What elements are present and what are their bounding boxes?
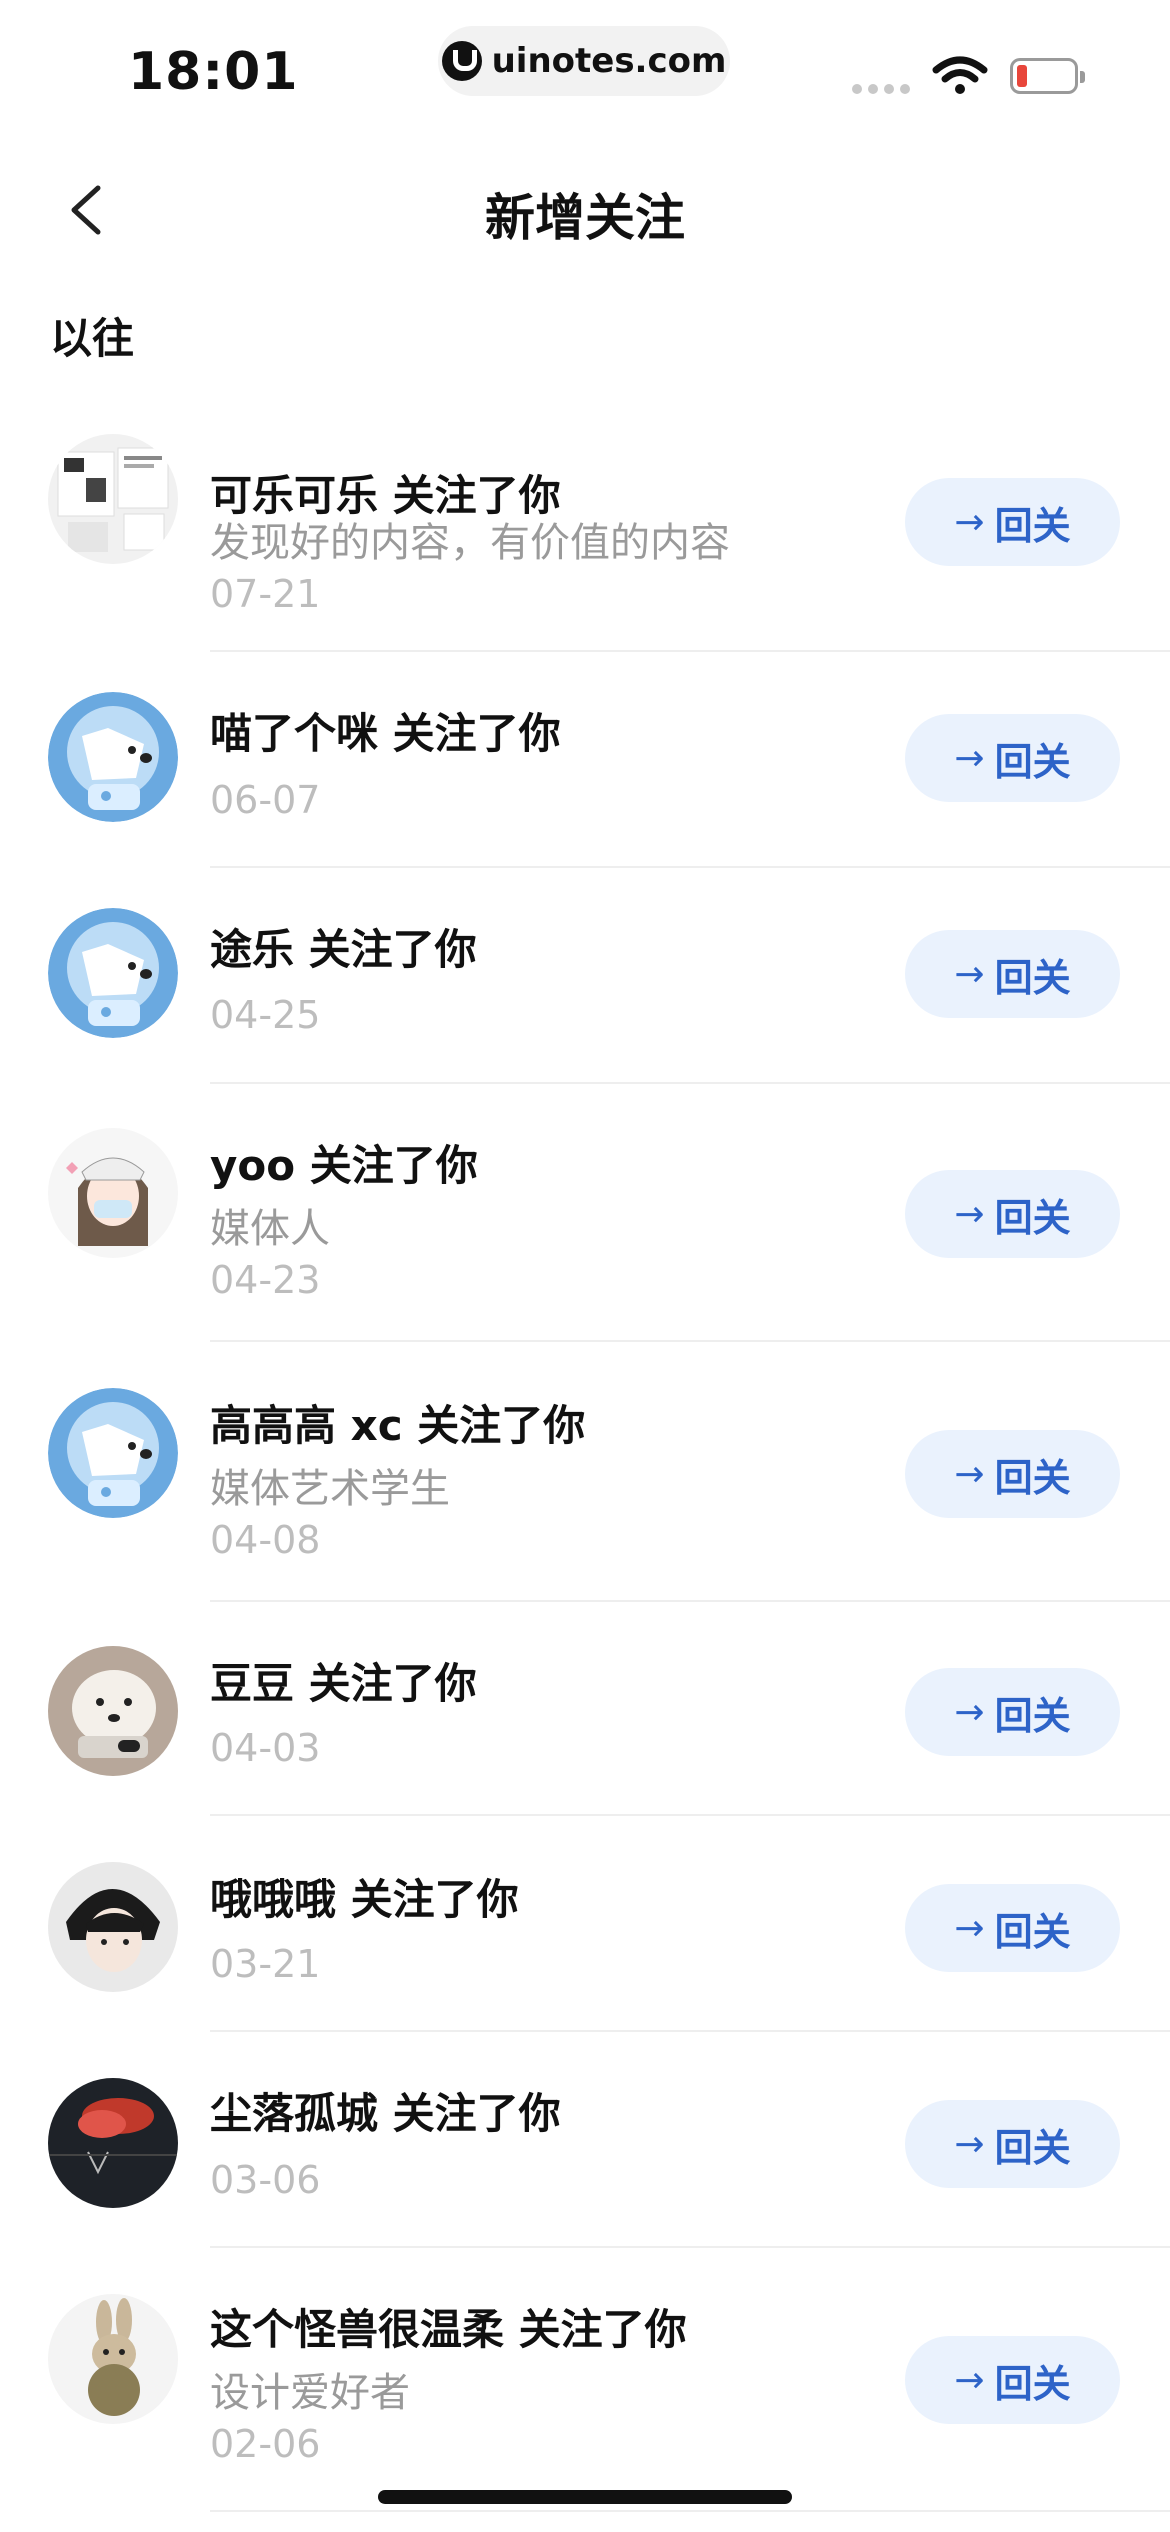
arrow-right-icon: → (954, 2123, 985, 2165)
follower-bio: 发现好的内容，有价值的内容 (210, 520, 730, 566)
follow-date: 04-08 (210, 1518, 321, 1562)
follow-back-label: 回关 (994, 955, 1071, 1000)
follow-date: 02-06 (210, 2422, 321, 2466)
follow-back-button[interactable]: → 回关 (905, 714, 1120, 802)
follow-date: 03-06 (210, 2158, 321, 2202)
cellular-signal-icon (852, 84, 910, 94)
follower-bio: 媒体人 (210, 1206, 330, 1252)
row-divider (210, 2030, 1170, 2032)
follower-name[interactable]: 豆豆 关注了你 (210, 1650, 477, 1711)
follow-back-button[interactable]: → 回关 (905, 478, 1120, 566)
arrow-right-icon: → (954, 953, 985, 995)
avatar[interactable] (48, 1388, 178, 1518)
follow-back-label: 回关 (994, 503, 1071, 548)
follow-back-label: 回关 (994, 1455, 1071, 1500)
follow-back-button[interactable]: → 回关 (905, 1884, 1120, 1972)
follow-back-button[interactable]: → 回关 (905, 1170, 1120, 1258)
row-divider (210, 2246, 1170, 2248)
row-divider (210, 866, 1170, 868)
home-indicator (378, 2490, 792, 2504)
follow-date: 04-23 (210, 1258, 321, 1302)
row-divider (210, 650, 1170, 652)
avatar[interactable] (48, 434, 178, 564)
follow-back-label: 回关 (994, 1195, 1071, 1240)
follow-back-button[interactable]: → 回关 (905, 1668, 1120, 1756)
row-divider (210, 1340, 1170, 1342)
avatar[interactable] (48, 1646, 178, 1776)
follower-name[interactable]: 哦哦哦 关注了你 (210, 1866, 519, 1927)
arrow-right-icon: → (954, 1193, 985, 1235)
url-pill[interactable]: uinotes.com (438, 26, 730, 96)
follow-date: 04-03 (210, 1726, 321, 1770)
follow-back-label: 回关 (994, 2361, 1071, 2406)
arrow-right-icon: → (954, 737, 985, 779)
follower-bio: 媒体艺术学生 (210, 1466, 450, 1512)
section-label-past: 以往 (50, 314, 135, 363)
row-divider (210, 1600, 1170, 1602)
follower-name[interactable]: 尘落孤城 关注了你 (210, 2080, 561, 2141)
follow-back-button[interactable]: → 回关 (905, 2336, 1120, 2424)
follow-back-label: 回关 (994, 1693, 1071, 1738)
follower-name[interactable]: 喵了个咪 关注了你 (210, 700, 561, 761)
follow-back-button[interactable]: → 回关 (905, 2100, 1120, 2188)
nav-bar: 新增关注 (0, 160, 1170, 260)
arrow-right-icon: → (954, 1453, 985, 1495)
avatar[interactable] (48, 1128, 178, 1258)
avatar[interactable] (48, 692, 178, 822)
battery-icon (1010, 58, 1085, 94)
avatar[interactable] (48, 1862, 178, 1992)
avatar[interactable] (48, 2294, 178, 2424)
follower-bio: 设计爱好者 (210, 2370, 410, 2416)
status-time: 18:01 (128, 42, 299, 102)
arrow-right-icon: → (954, 2359, 985, 2401)
status-bar: 18:01 uinotes.com (0, 0, 1170, 120)
url-text: uinotes.com (491, 41, 727, 81)
follow-back-label: 回关 (994, 2125, 1071, 2170)
follow-date: 07-21 (210, 572, 321, 616)
follower-name[interactable]: 这个怪兽很温柔 关注了你 (210, 2296, 687, 2357)
follow-back-label: 回关 (994, 1909, 1071, 1954)
follower-name[interactable]: 高高高 xc 关注了你 (210, 1392, 585, 1453)
wifi-icon (932, 56, 988, 94)
follow-date: 06-07 (210, 778, 321, 822)
row-divider (210, 1814, 1170, 1816)
arrow-right-icon: → (954, 1907, 985, 1949)
follow-back-button[interactable]: → 回关 (905, 930, 1120, 1018)
follow-back-label: 回关 (994, 739, 1071, 784)
arrow-right-icon: → (954, 501, 985, 543)
page-title: 新增关注 (485, 189, 685, 247)
arrow-right-icon: → (954, 1691, 985, 1733)
follow-date: 03-21 (210, 1942, 321, 1986)
row-divider (210, 2510, 1170, 2512)
row-divider (210, 1082, 1170, 1084)
avatar[interactable] (48, 2078, 178, 2208)
follower-name[interactable]: yoo 关注了你 (210, 1132, 478, 1193)
follower-name[interactable]: 途乐 关注了你 (210, 916, 477, 977)
follow-date: 04-25 (210, 993, 321, 1037)
avatar[interactable] (48, 908, 178, 1038)
site-logo-icon (441, 41, 482, 81)
follow-back-button[interactable]: → 回关 (905, 1430, 1120, 1518)
